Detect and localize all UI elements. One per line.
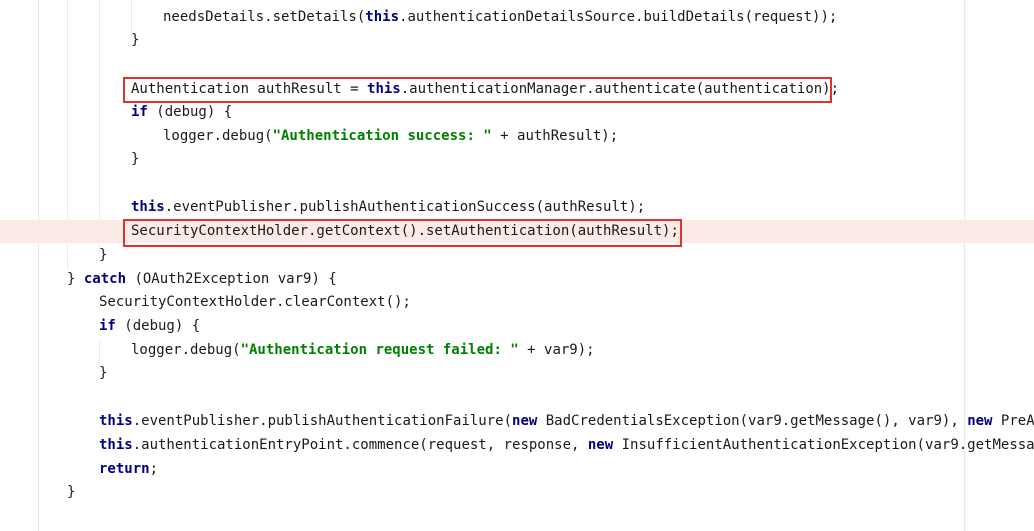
code-text: SecurityContextHolder.clearContext(); <box>99 291 411 314</box>
code-line[interactable]: return; <box>0 458 1034 481</box>
code-editor[interactable]: needsDetails.setDetails(this.authenticat… <box>0 0 1034 531</box>
code-keyword: catch <box>83 271 127 287</box>
code-token: .authenticationDetailsSource.buildDetail… <box>399 9 838 25</box>
code-token: .eventPublisher.publishAuthenticationFai… <box>132 413 513 429</box>
code-token: InsufficientAuthenticationException(var9… <box>613 437 1034 453</box>
code-text: needsDetails.setDetails(this.authenticat… <box>163 6 837 29</box>
code-token: logger.debug( <box>131 342 241 358</box>
code-text: this.eventPublisher.publishAuthenticatio… <box>131 196 645 219</box>
code-string: "Authentication request failed: " <box>240 342 519 358</box>
code-token: .authenticationEntryPoint.commence(reque… <box>132 437 588 453</box>
code-keyword: new <box>967 413 993 429</box>
code-text: } <box>99 362 107 385</box>
code-text: logger.debug("Authentication success: " … <box>163 125 618 148</box>
code-token: } <box>99 365 108 381</box>
code-token: PreAuthen <box>1000 413 1034 429</box>
code-token: logger.debug( <box>163 128 273 144</box>
code-token: + authResult); <box>491 128 619 144</box>
code-token: } <box>131 151 140 167</box>
code-line[interactable]: this.eventPublisher.publishAuthenticatio… <box>0 410 1034 433</box>
code-token: (debug) { <box>115 318 201 334</box>
code-text: return; <box>99 458 158 481</box>
code-token: (OAuth2Exception var9) { <box>126 271 337 287</box>
code-token: .eventPublisher.publishAuthenticationSuc… <box>164 199 646 215</box>
code-token: + var9); <box>518 342 595 358</box>
code-line[interactable]: needsDetails.setDetails(this.authenticat… <box>0 6 1034 29</box>
code-keyword: this <box>99 413 133 429</box>
code-token: BadCredentialsException(var9.getMessage(… <box>537 413 968 429</box>
code-line[interactable]: } <box>0 362 1034 385</box>
code-text: this.eventPublisher.publishAuthenticatio… <box>99 410 1034 433</box>
code-keyword: this <box>365 9 400 25</box>
code-line[interactable]: } catch (OAuth2Exception var9) { <box>0 268 1034 291</box>
code-token: } <box>67 271 84 287</box>
code-line[interactable]: } <box>0 244 1034 267</box>
code-token: (debug) { <box>147 104 233 120</box>
code-keyword: this <box>99 437 133 453</box>
annotation-box-set-authentication <box>123 219 682 247</box>
code-token: ; <box>149 461 159 477</box>
code-keyword: this <box>131 199 165 215</box>
code-token: } <box>67 484 76 500</box>
code-keyword: new <box>512 413 538 429</box>
code-line[interactable]: logger.debug("Authentication request fai… <box>0 339 1034 362</box>
code-token: SecurityContextHolder.clearContext(); <box>99 294 411 310</box>
code-text: if (debug) { <box>131 101 232 124</box>
code-keyword: new <box>587 437 614 453</box>
annotation-box-authenticate <box>123 77 832 103</box>
code-line[interactable]: } <box>0 148 1034 171</box>
code-line[interactable]: } <box>0 29 1034 52</box>
code-line[interactable]: logger.debug("Authentication success: " … <box>0 125 1034 148</box>
code-line[interactable]: if (debug) { <box>0 101 1034 124</box>
code-text: if (debug) { <box>99 315 200 338</box>
code-token: } <box>99 247 108 263</box>
code-line[interactable] <box>0 53 1034 76</box>
code-text: } <box>99 244 107 267</box>
code-line[interactable] <box>0 386 1034 409</box>
code-keyword: if <box>131 104 148 120</box>
code-text: this.authenticationEntryPoint.commence(r… <box>99 434 1034 457</box>
code-token: needsDetails.setDetails( <box>163 9 366 25</box>
code-line[interactable]: SecurityContextHolder.clearContext(); <box>0 291 1034 314</box>
code-text: } <box>131 29 139 52</box>
code-keyword: if <box>99 318 116 334</box>
code-text: } <box>67 481 75 504</box>
code-line[interactable]: } <box>0 481 1034 504</box>
code-keyword: return <box>99 461 150 477</box>
code-token: } <box>131 32 140 48</box>
code-string: "Authentication success: " <box>272 128 492 144</box>
code-line[interactable]: this.eventPublisher.publishAuthenticatio… <box>0 196 1034 219</box>
code-line[interactable]: if (debug) { <box>0 315 1034 338</box>
code-line[interactable] <box>0 172 1034 195</box>
code-text: logger.debug("Authentication request fai… <box>131 339 595 362</box>
code-line[interactable]: this.authenticationEntryPoint.commence(r… <box>0 434 1034 457</box>
code-text: } <box>131 148 139 171</box>
code-text: } catch (OAuth2Exception var9) { <box>67 268 337 291</box>
